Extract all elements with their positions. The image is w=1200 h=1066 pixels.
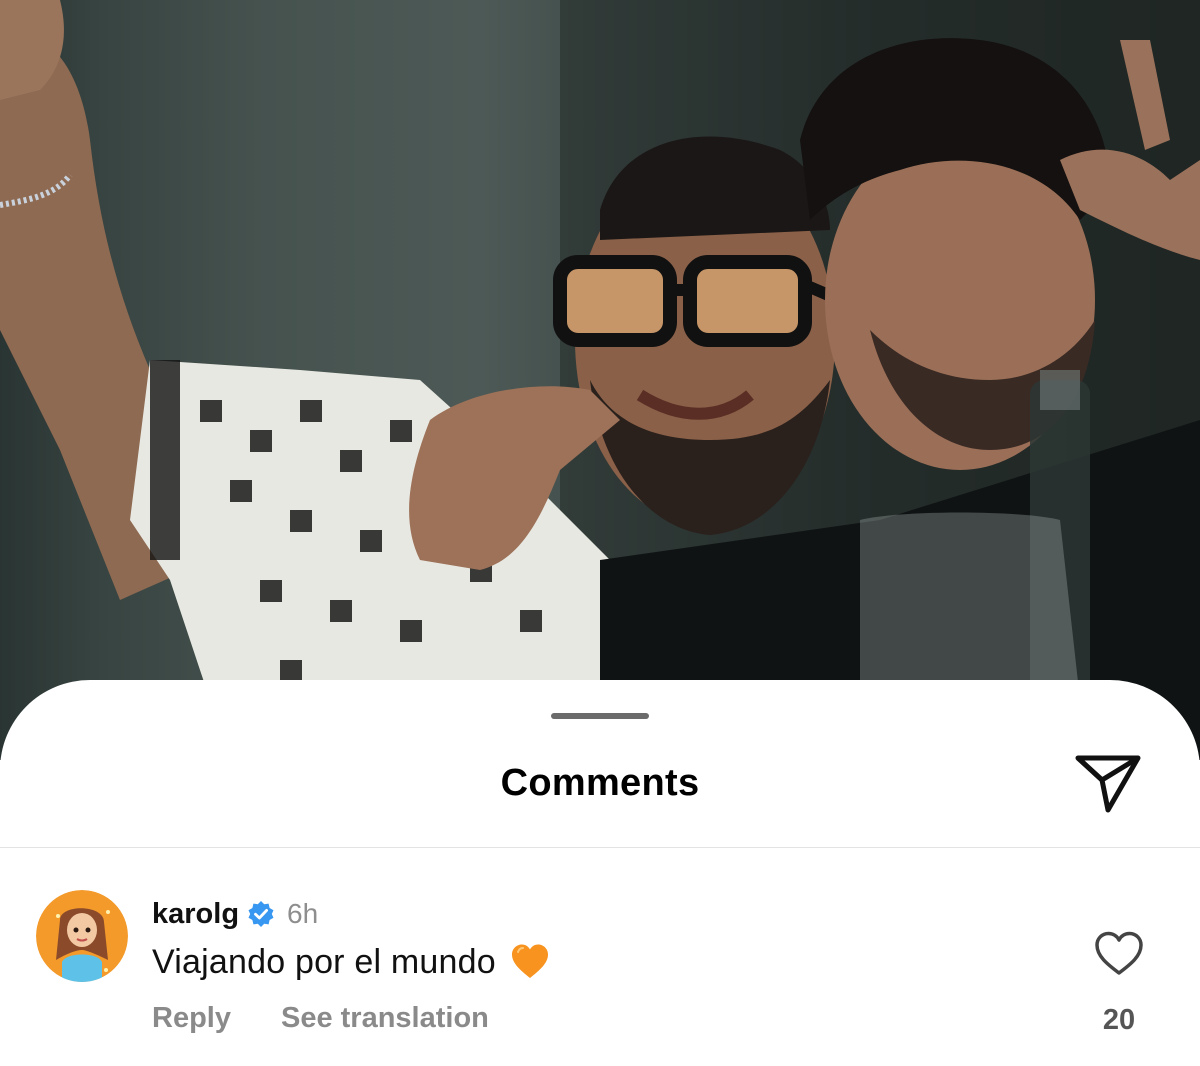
paper-plane-icon: [1075, 755, 1141, 813]
comment-username[interactable]: karolg: [152, 898, 239, 931]
like-count: 20: [1102, 1004, 1136, 1036]
comment-meta: karolg 6h: [152, 894, 318, 934]
comment-timestamp: 6h: [287, 898, 319, 929]
orange-heart-emoji-icon: [510, 942, 550, 982]
heart-outline-icon: [1095, 931, 1143, 975]
avatar[interactable]: [36, 890, 128, 982]
post-photo-illustration: [0, 0, 1200, 760]
like-button[interactable]: [1094, 930, 1144, 978]
sheet-drag-handle[interactable]: [551, 713, 649, 719]
see-translation-button[interactable]: See translation: [281, 1002, 489, 1035]
verified-badge-icon: [247, 900, 275, 928]
reply-button[interactable]: Reply: [152, 1002, 231, 1035]
post-photo: [0, 0, 1200, 760]
avatar-image: [36, 890, 128, 982]
comment-text: Viajando por el mundo: [152, 942, 496, 981]
comment-row: karolg 6h Viajando por el mundo Reply Se…: [0, 880, 1200, 1050]
sheet-divider: [0, 847, 1200, 848]
sheet-title: Comments: [500, 762, 700, 804]
share-button[interactable]: [1072, 752, 1144, 816]
comments-sheet: Comments karolg 6h Viajando por el mundo…: [0, 680, 1200, 1066]
comment-actions: Reply See translation: [152, 1002, 489, 1035]
comment-body: Viajando por el mundo: [152, 942, 550, 982]
instagram-comments-screen: Comments karolg 6h Viajando por el mundo…: [0, 0, 1200, 1066]
